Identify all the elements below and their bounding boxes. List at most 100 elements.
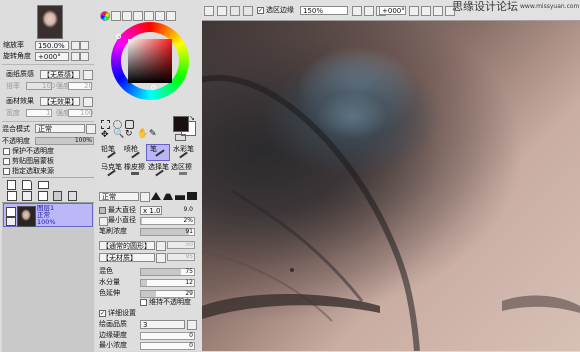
opacity-label: 不透明度 [2, 137, 30, 145]
blend-mode-select[interactable]: 正常 [35, 124, 85, 133]
layer-lock-icon[interactable] [6, 217, 16, 226]
palette-mode-icon[interactable] [155, 11, 165, 21]
protect-opacity-label: 保护不透明度 [12, 147, 54, 155]
saturation-value-square[interactable] [128, 39, 172, 83]
move-icon[interactable]: ✥ [101, 131, 109, 140]
rotate-tool-icon[interactable]: ↻ [125, 130, 133, 139]
smear-label: 色延伸 [99, 289, 120, 297]
clear-selection-icon[interactable] [243, 6, 253, 16]
copy-layer-icon[interactable] [7, 191, 17, 201]
brush-shape-pointed-icon[interactable] [151, 192, 161, 200]
rotate-reset-icon[interactable] [433, 6, 443, 16]
brush-texture-select[interactable]: 【无材质】 [99, 253, 155, 262]
brush-shape-select[interactable]: 【通常的圆形】 [99, 241, 155, 250]
hue-marker[interactable] [116, 34, 121, 39]
blend-mode-dropdown-button[interactable] [86, 124, 96, 134]
selection-source-label: 指定选取来源 [12, 167, 54, 175]
brush-shape-square-icon[interactable] [187, 192, 197, 200]
quality-label: 绘画品质 [99, 320, 127, 328]
blend-value: 75 [185, 268, 193, 275]
new-linework-layer-icon[interactable] [22, 180, 32, 190]
brush-texture-settings-button[interactable] [156, 253, 166, 263]
brush-shape-flat-icon[interactable] [175, 195, 185, 200]
brush-shape-round-icon[interactable] [163, 193, 173, 200]
paper-effect-select[interactable]: 【无效果】 [40, 97, 80, 106]
selection-edge-checkbox[interactable]: ✓ [257, 7, 264, 14]
eraser-icon [131, 172, 139, 175]
tool-selerase-label[interactable]: 选区擦 [171, 163, 192, 172]
navigator-thumbnail[interactable] [37, 5, 63, 39]
select-all-icon[interactable] [204, 6, 214, 16]
tool-selpen-label[interactable]: 选择笔 [148, 163, 169, 172]
brush-texture-strength-value: 95 [185, 253, 193, 260]
paper-effect-settings-button[interactable] [83, 97, 93, 107]
lasso-icon[interactable] [113, 120, 122, 129]
paper-texture-settings-button[interactable] [83, 70, 93, 80]
color-wheel-mode-icon[interactable] [100, 11, 110, 21]
merge-down-icon[interactable] [38, 191, 48, 201]
mixer-mode-icon[interactable] [144, 11, 154, 21]
max-size-multiplier-select[interactable]: x 1.0 [140, 206, 162, 215]
tool-eraser-label[interactable]: 橡皮擦 [124, 163, 145, 172]
primary-color-swatch[interactable] [173, 116, 189, 132]
color-picker-marker[interactable] [151, 85, 156, 90]
scratchpad-mode-icon[interactable] [166, 11, 176, 21]
rect-select-icon[interactable] [101, 120, 110, 129]
keep-opacity-label: 维持不透明度 [149, 298, 191, 306]
swatch-mode-icon[interactable] [133, 11, 143, 21]
keep-opacity-checkbox[interactable] [140, 299, 147, 306]
rotate-right-button[interactable] [80, 52, 89, 61]
max-size-toggle[interactable] [99, 207, 106, 214]
new-folder-icon[interactable] [38, 181, 49, 189]
quality-select[interactable]: 3 [140, 320, 185, 329]
quality-dropdown-button[interactable] [187, 320, 197, 330]
brush-mode-dropdown-button[interactable] [140, 192, 150, 202]
zoom-input[interactable]: 150.0% [35, 41, 69, 50]
magic-wand-icon[interactable] [125, 120, 134, 129]
brush-mode-select[interactable]: 正常 [99, 192, 139, 201]
transfer-down-icon[interactable] [22, 191, 32, 201]
zoom-out-icon[interactable] [352, 6, 362, 16]
rotate-label: 旋转角度 [3, 52, 31, 60]
zoom-in-icon[interactable] [364, 6, 374, 16]
eyedropper-icon[interactable]: ✎ [149, 130, 157, 139]
invert-selection-icon[interactable] [230, 6, 240, 16]
drawing-canvas[interactable] [202, 21, 580, 351]
max-size-value[interactable]: 9.0 [163, 206, 193, 214]
clear-layer-icon[interactable] [53, 191, 62, 201]
brush-shape-settings-button[interactable] [156, 241, 166, 251]
layer-row[interactable]: 图层1 正常 100% [3, 203, 93, 227]
zoom-out-button[interactable] [71, 41, 80, 50]
hsv-slider-mode-icon[interactable] [122, 11, 132, 21]
rotation-select[interactable]: +000° [379, 6, 406, 15]
paper-texture-select[interactable]: 【无质感】 [40, 70, 80, 79]
zoom-select[interactable]: 150% [300, 6, 348, 15]
rgb-slider-mode-icon[interactable] [111, 11, 121, 21]
brush-tool-grid: 铅笔 喷枪 笔 水彩笔 马克笔 橡皮擦 选择笔 选区擦 [99, 144, 195, 177]
tool-brush-selected[interactable]: 笔 [146, 144, 170, 161]
canvas-artwork [202, 74, 580, 351]
rotate-cw-icon[interactable] [421, 6, 431, 16]
protect-opacity-checkbox[interactable] [3, 148, 10, 155]
min-density-value: 0 [189, 342, 193, 349]
rotate-left-button[interactable] [71, 52, 80, 61]
delete-layer-icon[interactable] [68, 191, 77, 201]
zoom-in-button[interactable] [80, 41, 89, 50]
layer-visibility-eye-icon[interactable] [6, 207, 16, 217]
zoom-label: 缩放率 [3, 41, 24, 49]
brush-shape-strength-value: 50 [185, 241, 193, 248]
clipping-checkbox[interactable] [3, 158, 10, 165]
new-layer-icon[interactable] [7, 180, 16, 190]
hand-tool-icon[interactable]: ✋ [137, 130, 148, 139]
rotate-ccw-icon[interactable] [409, 6, 419, 16]
min-size-toggle[interactable] [99, 217, 108, 226]
selection-color-swatch[interactable] [175, 134, 186, 141]
swap-colors-icon[interactable]: ↘ [189, 115, 195, 122]
zoom-tool-icon[interactable]: 🔍 [113, 130, 124, 139]
deselect-icon[interactable] [217, 6, 227, 16]
paper-effect-label: 画材效果 [6, 97, 34, 105]
rotate-input[interactable]: +000° [35, 52, 69, 61]
detail-settings-checkbox[interactable]: ✓ [99, 310, 106, 317]
smear-value: 29 [185, 290, 193, 297]
selection-source-checkbox[interactable] [3, 168, 10, 175]
